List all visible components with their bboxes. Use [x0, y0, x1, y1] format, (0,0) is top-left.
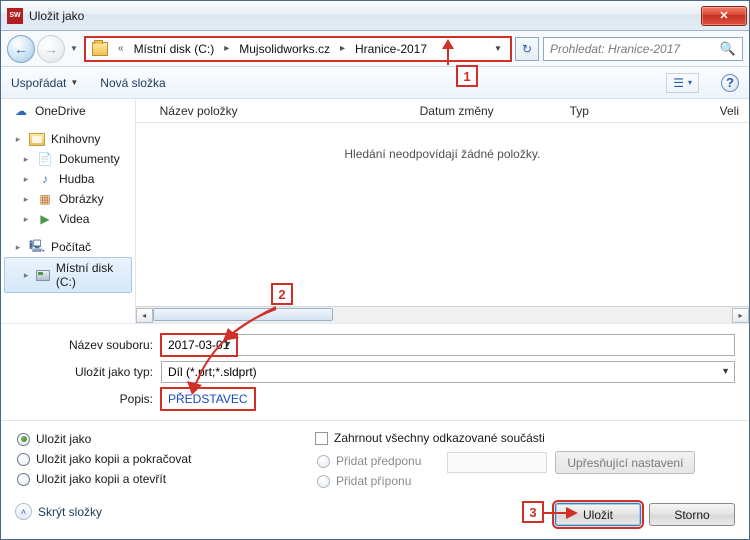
music-icon: ♪	[37, 172, 53, 186]
navigation-row: ← → ▼ « Místní disk (C:) ▸ Mujsolidworks…	[1, 31, 749, 67]
filename-input[interactable]: 2017-03-01	[161, 334, 237, 356]
radio-add-suffix: Přidat příponu	[315, 471, 421, 491]
expand-icon[interactable]: ▸	[13, 242, 23, 253]
expand-icon[interactable]: ▸	[21, 194, 31, 205]
reference-options: Zahrnout všechny odkazované součásti Při…	[315, 429, 735, 491]
callout-1: 1	[456, 65, 478, 87]
radio-icon	[17, 453, 30, 466]
tree-pictures[interactable]: ▸▦Obrázky	[1, 189, 135, 209]
dialog-footer: ˄ Skrýt složky Uložit Storno	[15, 497, 735, 526]
address-dropdown-icon[interactable]: ▼	[489, 44, 507, 53]
file-list: Název položky Datum změny Typ Veli Hledá…	[136, 99, 749, 323]
expand-icon[interactable]: ▸	[21, 154, 31, 165]
help-button[interactable]: ?	[721, 74, 739, 92]
breadcrumb-seg-0[interactable]: Místní disk (C:)	[130, 39, 219, 59]
cloud-icon: ☁	[13, 104, 29, 118]
column-headers[interactable]: Název položky Datum změny Typ Veli	[136, 99, 749, 123]
scroll-thumb[interactable]	[153, 308, 333, 321]
tree-documents[interactable]: ▸📄Dokumenty	[1, 149, 135, 169]
expand-icon[interactable]: ▸	[21, 214, 31, 225]
video-icon: ▶	[37, 212, 53, 226]
scroll-right-icon[interactable]: ▸	[732, 308, 749, 323]
radio-icon	[17, 473, 30, 486]
tree-onedrive[interactable]: ☁OneDrive	[1, 101, 135, 121]
tree-videos[interactable]: ▸▶Videa	[1, 209, 135, 229]
search-placeholder: Prohledat: Hranice-2017	[550, 42, 680, 56]
callout-3: 3	[522, 501, 544, 523]
new-folder-button[interactable]: Nová složka	[100, 76, 165, 90]
search-input[interactable]: Prohledat: Hranice-2017 🔍	[543, 37, 743, 61]
library-icon	[29, 133, 45, 146]
filetype-select[interactable]: Díl (*.prt;*.sldprt)	[161, 361, 735, 383]
cancel-button[interactable]: Storno	[649, 503, 735, 526]
hide-folders-button[interactable]: ˄ Skrýt složky	[15, 503, 102, 520]
expand-icon[interactable]: ▸	[13, 134, 23, 145]
radio-add-prefix: Přidat předponu	[315, 451, 421, 471]
checkbox-include-refs[interactable]: Zahrnout všechny odkazované součásti	[315, 429, 735, 447]
view-options-button[interactable]: ☰ ▾	[666, 73, 699, 93]
disk-icon	[36, 270, 50, 281]
save-button[interactable]: Uložit	[555, 503, 641, 526]
radio-icon	[17, 433, 30, 446]
nav-forward-button[interactable]: →	[37, 35, 65, 63]
chevron-right-icon: ▸	[334, 43, 351, 54]
radio-save-copy-continue[interactable]: Uložit jako kopii a pokračovat	[15, 449, 295, 469]
description-label: Popis:	[15, 392, 161, 406]
view-icon: ☰	[673, 76, 684, 90]
organize-button[interactable]: Uspořádat ▼	[11, 76, 78, 90]
advanced-settings-button[interactable]: Upřesňující nastavení	[555, 451, 695, 474]
tree-computer[interactable]: ▸🖳Počítač	[1, 237, 135, 257]
col-size[interactable]: Veli	[710, 100, 749, 122]
filetype-label: Uložit jako typ:	[15, 365, 161, 379]
col-date[interactable]: Datum změny	[410, 100, 560, 122]
description-input[interactable]: PŘEDSTAVEC	[161, 388, 255, 410]
tree-music[interactable]: ▸♪Hudba	[1, 169, 135, 189]
folder-icon	[92, 42, 108, 56]
radio-icon	[317, 475, 330, 488]
chevron-right-icon: ▸	[218, 43, 235, 54]
document-icon: 📄	[37, 152, 53, 166]
separator	[1, 420, 749, 421]
computer-icon: 🖳	[29, 240, 45, 254]
radio-icon	[317, 455, 330, 468]
breadcrumb-seg-1[interactable]: Mujsolidworks.cz	[235, 39, 334, 59]
save-mode-radios: Uložit jako Uložit jako kopii a pokračov…	[15, 429, 295, 491]
tree-libraries[interactable]: ▸Knihovny	[1, 129, 135, 149]
nav-history-dropdown[interactable]: ▼	[67, 37, 81, 61]
main-area: ☁OneDrive ▸Knihovny ▸📄Dokumenty ▸♪Hudba …	[1, 99, 749, 323]
col-name[interactable]: Název položky	[150, 100, 410, 122]
form-area: Název souboru: 2017-03-01 Uložit jako ty…	[1, 323, 749, 534]
folder-tree: ☁OneDrive ▸Knihovny ▸📄Dokumenty ▸♪Hudba …	[1, 99, 136, 323]
refresh-button[interactable]: ↻	[515, 37, 539, 61]
expand-icon[interactable]: ▸	[22, 270, 30, 281]
radio-save-copy-open[interactable]: Uložit jako kopii a otevřít	[15, 469, 295, 489]
scroll-left-icon[interactable]: ◂	[136, 308, 153, 323]
breadcrumb-seg-2[interactable]: Hranice-2017	[351, 39, 431, 59]
address-bar[interactable]: « Místní disk (C:) ▸ Mujsolidworks.cz ▸ …	[85, 37, 511, 61]
expand-icon[interactable]: ▸	[21, 174, 31, 185]
search-icon: 🔍	[720, 41, 736, 57]
checkbox-icon	[315, 432, 328, 445]
tree-local-disk[interactable]: ▸Místní disk (C:)	[4, 257, 132, 293]
nav-back-button[interactable]: ←	[7, 35, 35, 63]
toolbar: Uspořádat ▼ Nová složka ☰ ▾ ?	[1, 67, 749, 99]
prefix-suffix-input	[447, 452, 547, 473]
chevron-up-icon: ˄	[15, 503, 32, 520]
app-icon: SW	[7, 8, 23, 24]
save-as-dialog: SW Uložit jako ✕ ← → ▼ « Místní disk (C:…	[0, 0, 750, 540]
callout-2: 2	[271, 283, 293, 305]
empty-message: Hledání neodpovídají žádné položky.	[136, 123, 749, 306]
picture-icon: ▦	[37, 192, 53, 206]
titlebar: SW Uložit jako ✕	[1, 1, 749, 31]
col-type[interactable]: Typ	[560, 100, 710, 122]
breadcrumb-sep: «	[112, 43, 130, 54]
radio-save-as[interactable]: Uložit jako	[15, 429, 295, 449]
horizontal-scrollbar[interactable]: ◂ ▸	[136, 306, 749, 323]
filename-label: Název souboru:	[15, 338, 161, 352]
window-title: Uložit jako	[29, 9, 701, 23]
close-button[interactable]: ✕	[701, 6, 747, 26]
